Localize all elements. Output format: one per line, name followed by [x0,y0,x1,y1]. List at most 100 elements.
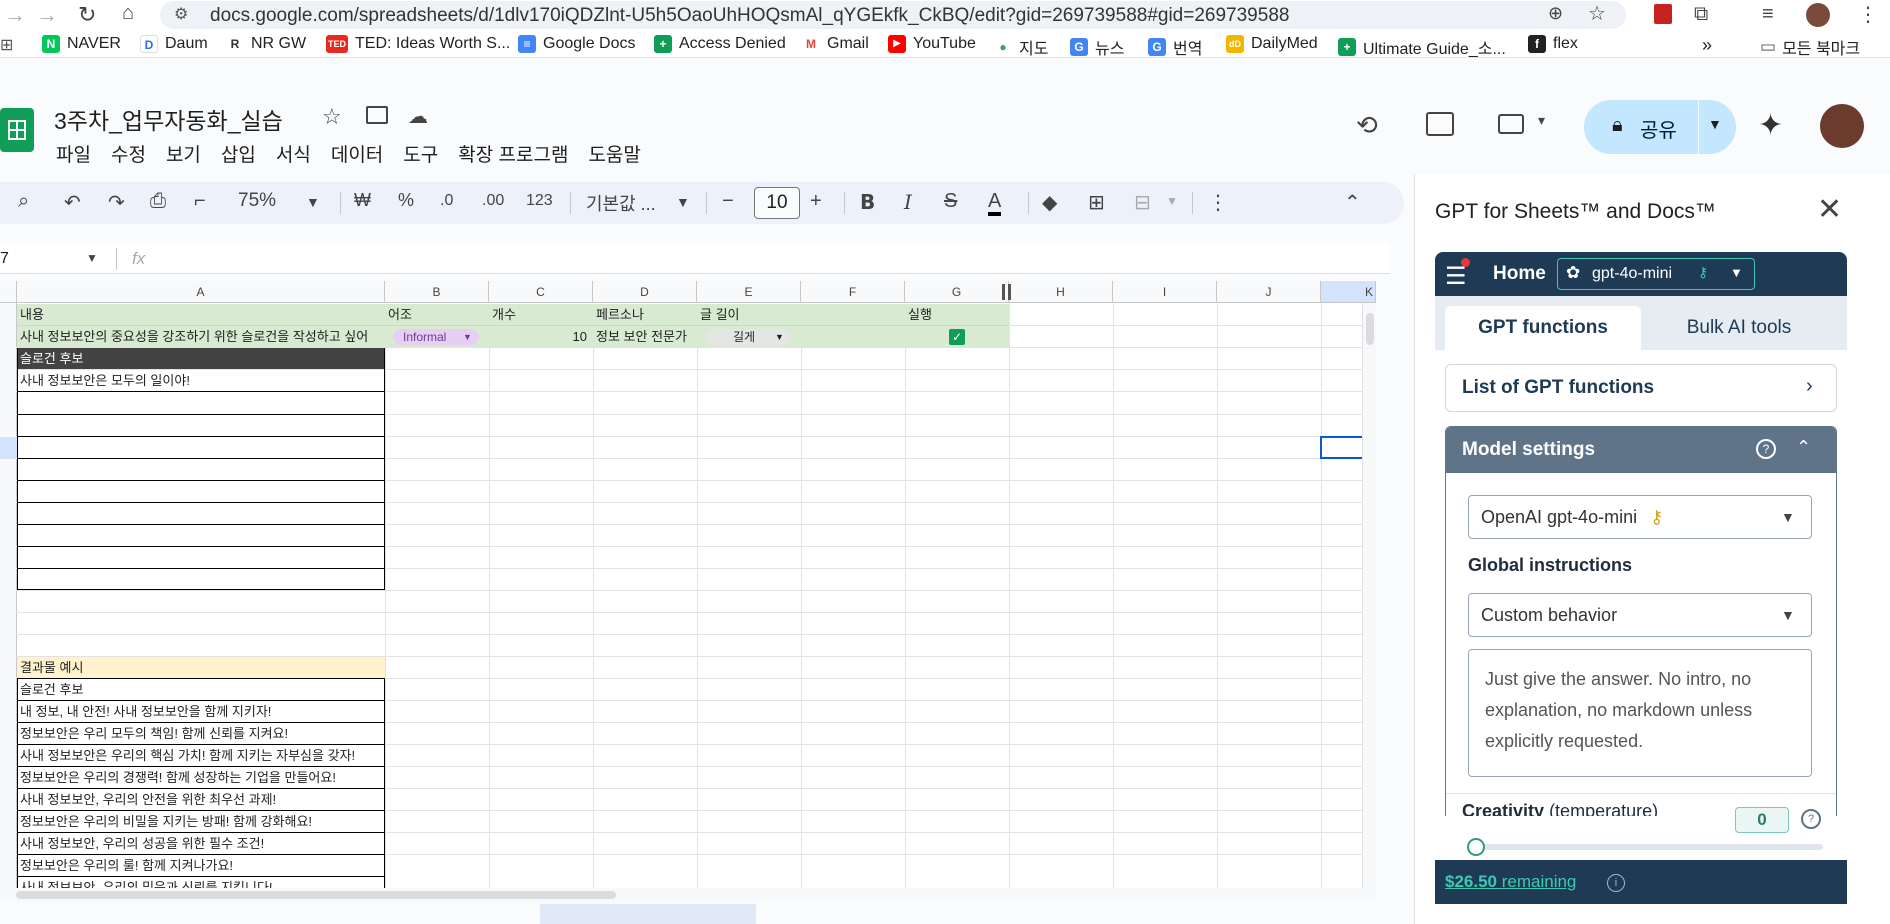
column-header-d[interactable]: D [593,281,697,303]
menu-edit[interactable]: 수정 [111,140,146,167]
bookmark-dailymed[interactable]: dD DailyMed [1226,35,1318,53]
bookmark-ted[interactable]: TED TED: Ideas Worth S... [326,35,510,53]
menu-help[interactable]: 도움말 [588,140,640,167]
example-slogan-9[interactable]: 사내 정보보안, 우리의 믿음과 신뢰를 지킵니다! [17,877,385,888]
tone-dropdown-chip[interactable]: Informal ▼ [393,329,479,345]
redo-icon[interactable]: ↷ [108,190,125,215]
increase-font-size-icon[interactable]: + [810,190,822,213]
cell-g1[interactable]: 실행 [905,304,1009,325]
example-slogan-4[interactable]: 정보보안은 우리의 경쟁력! 함께 성장하는 기업을 만들어요! [17,767,385,788]
merge-cells-icon[interactable]: ⊟ [1134,190,1151,215]
model-settings-header[interactable]: Model settings ? ⌃ [1446,427,1836,473]
borders-icon[interactable]: ⊞ [1088,190,1105,215]
cloud-status-icon[interactable]: ☁ [408,104,428,129]
bold-button[interactable]: B [860,190,875,214]
bookmark-ultimate-guide[interactable]: + Ultimate Guide_소... [1338,35,1506,59]
example-slogan-5[interactable]: 사내 정보보안, 우리의 안전을 위한 최우선 과제! [17,789,385,810]
example-slogan-6[interactable]: 정보보안은 우리의 비밀을 지키는 방패! 함께 강화해요! [17,811,385,832]
cell-c2-count[interactable]: 10 [489,326,593,347]
account-avatar[interactable] [1820,104,1864,148]
bookmark-daum[interactable]: D Daum [140,35,208,53]
font-dropdown-icon[interactable]: ▼ [676,194,690,210]
sheets-logo-icon[interactable] [0,108,34,152]
example-slogan-7[interactable]: 사내 정보보안, 우리의 성공을 위한 필수 조건! [17,833,385,854]
cell-a1[interactable]: 내용 [17,304,385,325]
back-arrow-icon[interactable]: → [4,2,26,28]
bookmarks-overflow-button[interactable]: » [1702,35,1712,56]
column-header-a[interactable]: A [17,281,385,303]
move-folder-icon[interactable] [366,106,388,124]
formula-input[interactable] [170,246,1370,272]
menu-tools[interactable]: 도구 [403,140,438,167]
share-button[interactable]: 🔒︎ 공유 ▼ [1584,100,1736,154]
length-dropdown-chip[interactable]: 길게 ▼ [705,329,791,345]
comments-icon[interactable] [1426,112,1454,136]
column-header-c[interactable]: C [489,281,593,303]
column-header-k[interactable]: K [1321,281,1376,303]
zoom-icon[interactable]: ⊕ [1548,3,1563,24]
browser-menu-icon[interactable]: ⋮ [1858,2,1878,27]
extensions-icon[interactable]: ⧉ [1694,3,1708,26]
cell-example-header[interactable]: 결과물 예시 [17,657,385,678]
address-bar[interactable]: ⚙ docs.google.com/spreadsheets/d/1dlv170… [160,1,1626,29]
decrease-font-size-icon[interactable]: − [722,190,734,213]
active-sheet-tab[interactable] [540,904,756,924]
site-info-icon[interactable]: ⚙ [174,4,188,24]
collapse-chevron-icon[interactable]: ⌃ [1796,437,1811,458]
strikethrough-icon[interactable]: S [944,190,957,213]
column-header-b[interactable]: B [385,281,489,303]
more-formats-button[interactable]: 123 [526,192,553,210]
font-size-input[interactable]: 10 [754,187,800,219]
horizontal-scroll-thumb[interactable] [16,891,616,899]
hide-menus-icon[interactable]: ⌃ [1344,190,1361,215]
print-icon[interactable]: ⎙ [150,190,166,213]
vertical-scrollbar[interactable] [1362,303,1376,888]
column-header-f[interactable]: F [801,281,905,303]
example-slogan-3[interactable]: 사내 정보보안은 우리의 핵심 가치! 함께 지키는 자부심을 갖자! [17,745,385,766]
tab-bulk-ai-tools[interactable]: Bulk AI tools [1641,306,1837,350]
instructions-textarea[interactable]: Just give the answer. No intro, no expla… [1468,649,1812,777]
menu-data[interactable]: 데이터 [331,140,383,167]
meet-camera-icon[interactable] [1498,114,1524,134]
temperature-slider-thumb[interactable] [1467,838,1485,856]
info-icon[interactable]: i [1607,874,1625,892]
fill-color-icon[interactable]: ◆ [1042,190,1057,215]
credits-link[interactable]: $26.50 remaining [1445,872,1576,892]
bookmark-youtube[interactable]: ▶ YouTube [888,35,976,53]
bookmark-maps[interactable]: ● 지도 [994,35,1048,59]
star-icon[interactable]: ☆ [322,104,342,130]
bookmark-star-icon[interactable]: ☆ [1588,1,1606,26]
percent-format-button[interactable]: % [398,190,414,211]
row-headers[interactable] [0,303,17,888]
help-icon[interactable]: ? [1756,439,1776,459]
bookmark-nr-gw[interactable]: R NR GW [226,35,306,53]
menu-extensions[interactable]: 확장 프로그램 [458,140,568,167]
forward-arrow-icon[interactable]: → [36,2,58,28]
meet-dropdown-icon[interactable]: ▾ [1538,112,1545,129]
font-family-select[interactable]: 기본값 ... [586,190,656,216]
example-slogan-1[interactable]: 내 정보, 내 안전! 사내 정보보안을 함께 지키자! [17,701,385,722]
all-bookmarks-folder[interactable]: ▭ 모든 북마크 [1760,35,1860,59]
bookmark-translate[interactable]: G 번역 [1148,35,1202,59]
media-list-icon[interactable]: ≡ [1762,3,1774,26]
zoom-dropdown-icon[interactable]: ▼ [306,194,320,210]
menu-insert[interactable]: 삽입 [221,140,256,167]
menu-view[interactable]: 보기 [166,140,201,167]
column-header-e[interactable]: E [697,281,801,303]
menu-format[interactable]: 서식 [276,140,311,167]
menu-file[interactable]: 파일 [56,140,91,167]
model-select[interactable]: OpenAI gpt-4o-mini ⚷ ▼ [1468,495,1812,539]
column-header-i[interactable]: I [1113,281,1217,303]
temperature-help-icon[interactable]: ? [1801,809,1821,829]
search-menus-icon[interactable]: ⌕ [18,190,29,213]
column-header-h[interactable]: H [1009,281,1113,303]
example-slogan-8[interactable]: 정보보안은 우리의 룰! 함께 지켜나가요! [17,855,385,876]
spreadsheet-grid[interactable]: A B C D E F G H I J K 내용 어조 개수 페르소나 글 길이… [0,281,1376,888]
extension-book-icon[interactable] [1654,4,1672,24]
paint-format-icon[interactable]: ⌐ [194,190,206,213]
list-gpt-functions-button[interactable]: List of GPT functions › [1445,364,1837,412]
more-options-icon[interactable]: ⋮ [1208,190,1228,215]
cell-a2-prompt[interactable]: 사내 정보보안의 중요성을 강조하기 위한 슬로건을 작성하고 싶어 [17,326,385,347]
increase-decimal-button[interactable]: .00 [482,192,504,210]
bookmark-google-docs[interactable]: ≡ Google Docs [518,35,636,53]
